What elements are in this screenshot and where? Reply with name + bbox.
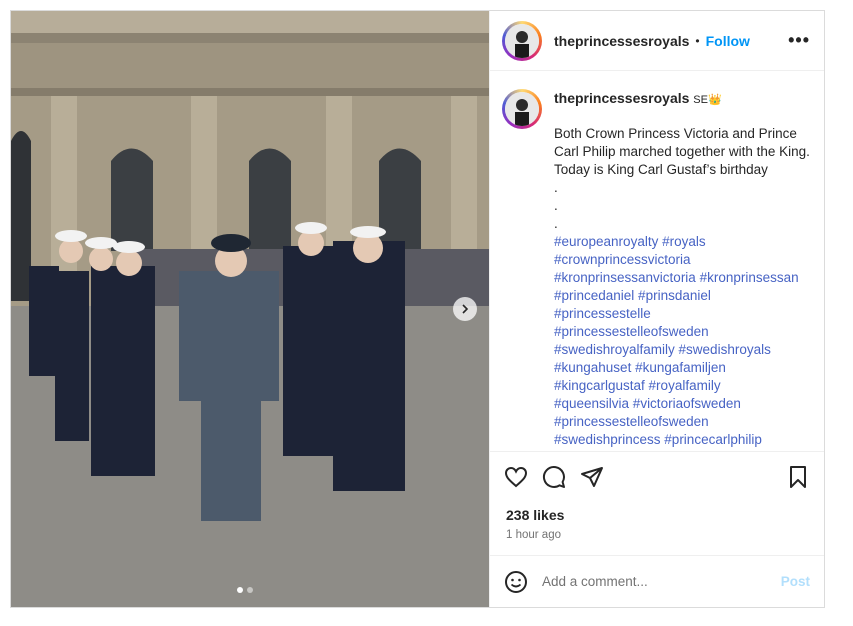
caption-avatar-image [505,92,539,126]
header-username[interactable]: theprincessesroyals [554,33,689,49]
post-comment-button[interactable]: Post [781,574,810,589]
hashtag-line[interactable]: #kungahuset #kungafamiljen [554,359,812,377]
hashtag-line[interactable]: #swedishroyalfamily #swedishroyals [554,341,812,359]
caption-flag: SE👑 [693,94,722,106]
hashtag-line[interactable]: #princedaniel #prinsdaniel [554,287,812,305]
caption-avatar[interactable] [502,89,542,129]
avatar[interactable] [502,20,542,61]
post-header: theprincessesroyals • Follow ••• [490,11,824,71]
avatar-portrait [505,23,539,58]
hashtag-line[interactable]: #kronprinsessanvictoria #kronprinsessan [554,269,812,287]
hashtag-line[interactable]: #queensilvia #victoriaofsweden [554,395,812,413]
caption-text: theprincessesroyals SE👑 Both Crown Princ… [554,89,812,451]
hashtag-line[interactable]: #crownprincessvictoria [554,251,812,269]
post-sidebar: theprincessesroyals • Follow ••• theprin… [489,11,824,607]
post-timestamp[interactable]: 1 hour ago [490,523,824,555]
caption-username-line: theprincessesroyals SE👑 [554,89,812,109]
header-separator: • [695,33,700,48]
caption-body: Both Crown Princess Victoria and Prince … [554,126,810,231]
hashtag-line[interactable]: #swedishprincess #princecarlphilip [554,431,812,449]
bookmark-icon[interactable] [786,465,810,489]
instagram-post-modal: theprincessesroyals • Follow ••• theprin… [10,10,825,608]
paper-plane-icon[interactable] [580,465,604,489]
chevron-right-icon [462,304,469,314]
post-photo[interactable] [11,11,489,607]
carousel-dot-active [237,587,243,593]
hashtag-line[interactable]: #princessestelleofsweden [554,323,812,341]
hashtag-line[interactable]: #princessestelle [554,305,812,323]
hashtag-line[interactable]: #europeanroyalty #royals [554,233,812,251]
avatar-portrait [505,92,539,126]
likes-count[interactable]: 238 likes [490,501,824,523]
comment-icon[interactable] [542,465,566,489]
photo-marching-guards [11,11,489,607]
heart-icon[interactable] [504,465,528,489]
next-slide-button[interactable] [453,297,477,321]
follow-button[interactable]: Follow [706,33,750,49]
hashtag-line[interactable]: #kingcarlgustaf #royalfamily [554,377,812,395]
comment-input[interactable] [542,574,781,589]
carousel-indicator [237,587,253,593]
caption-area: theprincessesroyals SE👑 Both Crown Princ… [490,71,824,451]
caption-username[interactable]: theprincessesroyals [554,90,689,106]
action-bar [490,451,824,501]
emoji-icon[interactable] [504,570,528,594]
hashtag-list: #europeanroyalty #royals #crownprincessvi… [554,233,812,449]
hashtag-line[interactable]: #princessestelleofsweden [554,413,812,431]
carousel-dot [247,587,253,593]
more-options-button[interactable]: ••• [788,30,810,51]
avatar-image [505,23,539,58]
comment-composer: Post [490,555,824,607]
